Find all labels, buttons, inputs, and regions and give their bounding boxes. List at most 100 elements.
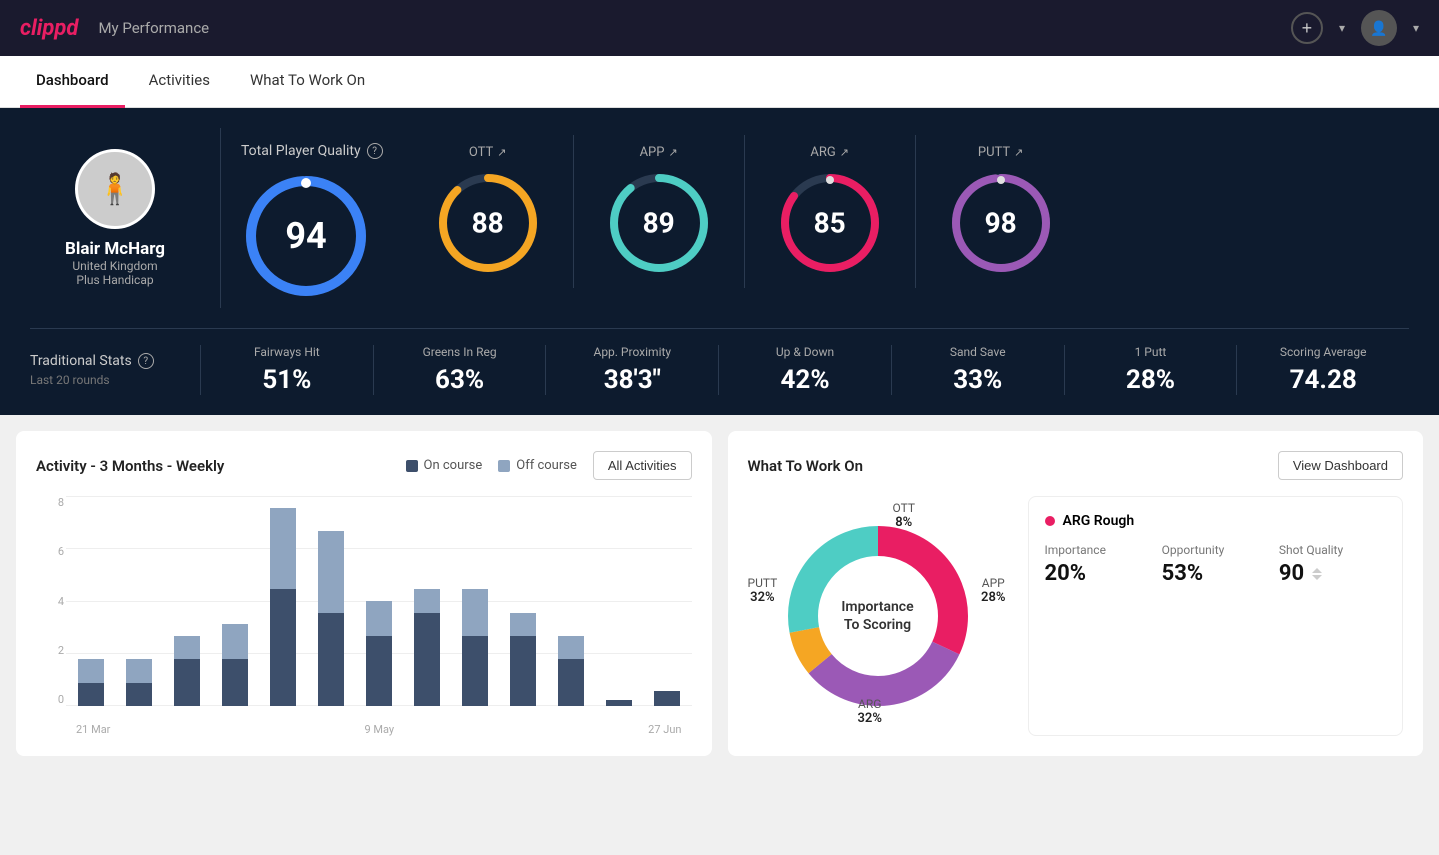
x-label-may: 9 May: [364, 723, 394, 736]
importance-label: Importance: [1045, 543, 1152, 557]
detail-dot: [1045, 516, 1055, 526]
segment-label-putt: PUTT 32%: [748, 576, 778, 605]
gauge-putt-circle: 98: [946, 168, 1056, 278]
y-label-2: 2: [58, 644, 64, 657]
avatar-chevron[interactable]: ▾: [1413, 21, 1419, 35]
add-button[interactable]: +: [1291, 12, 1323, 44]
bar-on-12: [654, 691, 680, 706]
trad-stat-value-scoring: 74.28: [1290, 365, 1357, 395]
bar-group-10: [550, 496, 592, 706]
bar-group-0: [70, 496, 112, 706]
y-axis: 8 6 4 2 0: [36, 496, 64, 706]
trad-stats-title: Traditional Stats ?: [30, 353, 200, 369]
work-title: What To Work On: [748, 457, 864, 475]
legend-off-dot: [498, 460, 510, 472]
trad-stat-value-oneputt: 28%: [1126, 365, 1175, 395]
opportunity-value: 53%: [1162, 561, 1269, 586]
quality-label: Total Player Quality ? 94: [241, 135, 383, 301]
bar-group-5: [310, 496, 352, 706]
importance-value: 20%: [1045, 561, 1152, 586]
detail-stat-shot-quality: Shot Quality 90: [1279, 543, 1386, 586]
trad-stat-label-scoring: Scoring Average: [1280, 345, 1367, 359]
segment-label-app: APP 28%: [981, 576, 1005, 605]
bar-on-2: [174, 659, 200, 706]
all-activities-button[interactable]: All Activities: [593, 451, 692, 480]
chart-header: Activity - 3 Months - Weekly On course O…: [36, 451, 692, 480]
bar-on-6: [366, 636, 392, 706]
bar-stack-7: [414, 496, 440, 706]
gauge-app-title: APP ↗: [640, 145, 678, 160]
trad-help-icon[interactable]: ?: [138, 353, 154, 369]
gauge-putt-value: 98: [985, 207, 1017, 240]
bar-stack-3: [222, 496, 248, 706]
chart-title: Activity - 3 Months - Weekly: [36, 457, 224, 475]
bar-off-10: [558, 636, 584, 659]
add-chevron[interactable]: ▾: [1339, 21, 1345, 35]
view-dashboard-button[interactable]: View Dashboard: [1278, 451, 1403, 480]
x-label-mar: 21 Mar: [76, 723, 110, 736]
arrow-icon-arg: ↗: [840, 146, 849, 159]
bar-off-1: [126, 659, 152, 682]
legend-off-course: Off course: [498, 458, 577, 473]
bar-group-4: [262, 496, 304, 706]
gauge-arg: ARG ↗ 85: [745, 135, 916, 288]
gauge-arg-circle: 85: [775, 168, 885, 278]
trad-stat-fairways: Fairways Hit 51%: [200, 345, 373, 395]
shot-quality-arrows: [1312, 568, 1322, 580]
player-avatar: 🧍: [75, 149, 155, 229]
trad-stat-greens: Greens In Reg 63%: [373, 345, 546, 395]
donut-chart-wrap: ImportanceTo Scoring OTT 8% APP 28% ARG …: [748, 496, 1008, 736]
gauge-ott-circle: 88: [433, 168, 543, 278]
segment-label-ott: OTT 8%: [893, 501, 916, 530]
y-label-0: 0: [58, 693, 64, 706]
detail-title-text: ARG Rough: [1063, 513, 1135, 529]
traditional-stats: Traditional Stats ? Last 20 rounds Fairw…: [30, 328, 1409, 395]
detail-title: ARG Rough: [1045, 513, 1387, 529]
trad-stat-label-sandsave: Sand Save: [950, 345, 1006, 359]
user-avatar-button[interactable]: 👤: [1361, 10, 1397, 46]
legend-on-label: On course: [424, 458, 483, 473]
tab-dashboard[interactable]: Dashboard: [20, 56, 125, 108]
bar-group-2: [166, 496, 208, 706]
chart-legend: On course Off course: [406, 458, 577, 473]
shot-quality-value: 90: [1279, 561, 1304, 586]
trad-stat-sandsave: Sand Save 33%: [891, 345, 1064, 395]
top-left: clippd My Performance: [20, 16, 209, 41]
trad-stat-proximity: App. Proximity 38'3": [545, 345, 718, 395]
main-gauge: 94: [241, 171, 371, 301]
player-name: Blair McHarg: [65, 239, 165, 259]
trad-stat-value-greens: 63%: [435, 365, 484, 395]
y-label-6: 6: [58, 545, 64, 558]
work-detail-card: ARG Rough Importance 20% Opportunity 53%…: [1028, 496, 1404, 736]
trad-stat-label-greens: Greens In Reg: [423, 345, 497, 359]
tab-activities[interactable]: Activities: [133, 56, 226, 108]
nav-tabs: Dashboard Activities What To Work On: [0, 56, 1439, 108]
bar-off-5: [318, 531, 344, 613]
bar-stack-2: [174, 496, 200, 706]
legend-off-label: Off course: [516, 458, 577, 473]
page-title: My Performance: [98, 19, 209, 37]
what-to-work-on-card: What To Work On View Dashboard Imp: [728, 431, 1424, 756]
gauge-ott-value: 88: [472, 207, 504, 240]
gauge-app-circle: 89: [604, 168, 714, 278]
bar-on-8: [462, 636, 488, 706]
main-gauge-value: 94: [285, 215, 326, 257]
legend-on-dot: [406, 460, 418, 472]
gauge-arg-value: 85: [814, 207, 846, 240]
quality-help-icon[interactable]: ?: [367, 143, 383, 159]
legend-on-course: On course: [406, 458, 483, 473]
stats-top: 🧍 Blair McHarg United Kingdom Plus Handi…: [30, 128, 1409, 308]
bar-group-9: [502, 496, 544, 706]
player-country: United Kingdom: [72, 259, 157, 273]
bar-stack-6: [366, 496, 392, 706]
arrow-icon: ↗: [497, 146, 506, 159]
bar-on-0: [78, 683, 104, 706]
x-label-jun: 27 Jun: [648, 723, 681, 736]
bar-group-6: [358, 496, 400, 706]
tab-what-to-work-on[interactable]: What To Work On: [234, 56, 381, 108]
trad-stat-label-fairways: Fairways Hit: [254, 345, 320, 359]
gauge-putt: PUTT ↗ 98: [916, 135, 1086, 288]
bar-on-4: [270, 589, 296, 706]
gauge-arg-title: ARG ↗: [810, 145, 849, 160]
gauge-app-value: 89: [643, 207, 675, 240]
